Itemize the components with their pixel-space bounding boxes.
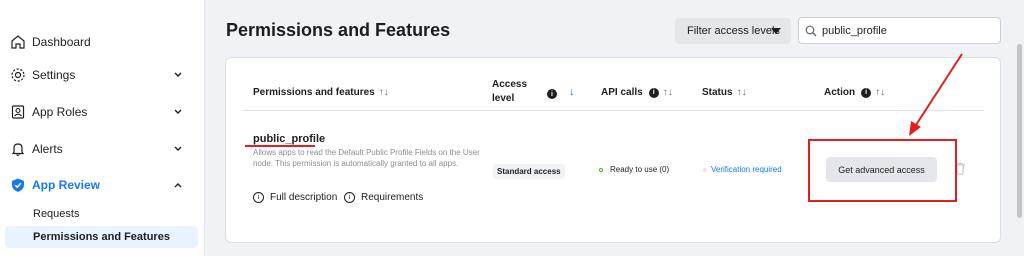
sort-icon[interactable]: ↑↓ [663, 87, 673, 98]
sidebar-item-label: Dashboard [32, 35, 91, 49]
sidebar-subitem-requests[interactable]: Requests [5, 203, 198, 225]
home-icon [10, 34, 26, 50]
chevron-up-icon[interactable] [173, 180, 183, 190]
sidebar-item-app-review[interactable]: App Review [0, 168, 205, 202]
filter-label: Filter access levels [687, 25, 780, 37]
search-icon [805, 25, 817, 36]
access-level-badge: Standard access [493, 164, 565, 179]
column-header-label: Permissions and features [253, 87, 375, 98]
sort-icon[interactable]: ↑↓ [875, 87, 885, 98]
status-cell[interactable]: Verification required [703, 165, 782, 174]
bell-icon [10, 141, 26, 157]
sidebar-item-alerts[interactable]: Alerts [0, 132, 205, 166]
info-outline-icon: i [253, 192, 264, 203]
search-box[interactable] [798, 17, 1001, 44]
full-description-label: Full description [270, 192, 338, 203]
requirements-label: Requirements [361, 192, 424, 203]
gear-icon [10, 67, 26, 83]
api-calls-value: Ready to use (0) [610, 165, 670, 174]
column-header-label: Access level [492, 79, 528, 104]
sort-desc-icon[interactable]: ↓ [569, 86, 575, 98]
sort-icon[interactable]: ↑↓ [379, 87, 389, 98]
filter-access-levels-dropdown[interactable]: Filter access levels [675, 18, 791, 44]
chevron-down-icon[interactable] [173, 144, 183, 154]
sidebar-item-app-roles[interactable]: App Roles [0, 95, 205, 129]
caret-down-icon [771, 28, 781, 34]
info-icon[interactable]: i [547, 89, 557, 99]
info-outline-icon: i [344, 192, 355, 203]
chevron-down-icon[interactable] [173, 70, 183, 80]
info-icon[interactable]: i [861, 87, 872, 98]
status-dot-icon [599, 167, 603, 172]
sidebar-item-label: App Review [32, 178, 101, 192]
info-icon[interactable]: i [648, 87, 659, 98]
sidebar-item-label: App Roles [32, 105, 88, 119]
sidebar-item-label: Settings [32, 68, 76, 82]
full-description-link[interactable]: i Full description [253, 192, 337, 203]
status-link[interactable]: Verification required [711, 165, 782, 174]
sidebar-item-settings[interactable]: Settings [0, 58, 205, 92]
sort-icon[interactable]: ↑↓ [737, 87, 747, 98]
sidebar-subitem-permissions-and-features[interactable]: Permissions and Features [5, 226, 198, 248]
sidebar-item-dashboard[interactable]: Dashboard [0, 25, 205, 59]
status-dot-icon [703, 167, 707, 172]
sidebar-item-label: Alerts [32, 142, 63, 156]
column-header-label: API calls [601, 87, 643, 98]
column-header-permissions[interactable]: Permissions and features ↑↓ [253, 87, 389, 98]
column-header-access-level[interactable]: Access level [492, 78, 552, 106]
permission-description: Allows apps to read the Default Public P… [253, 148, 480, 168]
column-header-label: Action [824, 87, 856, 98]
header-divider [242, 110, 984, 111]
chevron-down-icon[interactable] [173, 107, 183, 117]
column-header-api-calls[interactable]: API calls i ↑↓ [601, 87, 673, 98]
sidebar-subitem-label: Requests [33, 208, 80, 220]
sidebar: Dashboard Settings App Roles Alerts App … [0, 0, 205, 256]
roles-icon [10, 104, 26, 120]
column-header-status[interactable]: Status ↑↓ [702, 87, 747, 98]
annotation-highlight-box [808, 139, 957, 202]
page-title: Permissions and Features [226, 20, 451, 40]
scrollbar-thumb[interactable] [1017, 44, 1022, 218]
column-header-label: Status [702, 87, 733, 98]
requirements-link[interactable]: i Requirements [344, 192, 423, 203]
column-header-action[interactable]: Action i ↑↓ [824, 87, 885, 98]
search-input[interactable] [822, 24, 992, 37]
shield-check-icon [10, 177, 26, 193]
permission-name: public_profile [253, 133, 326, 145]
sidebar-subitem-label: Permissions and Features [33, 231, 170, 243]
api-calls-cell: Ready to use (0) [599, 165, 669, 174]
